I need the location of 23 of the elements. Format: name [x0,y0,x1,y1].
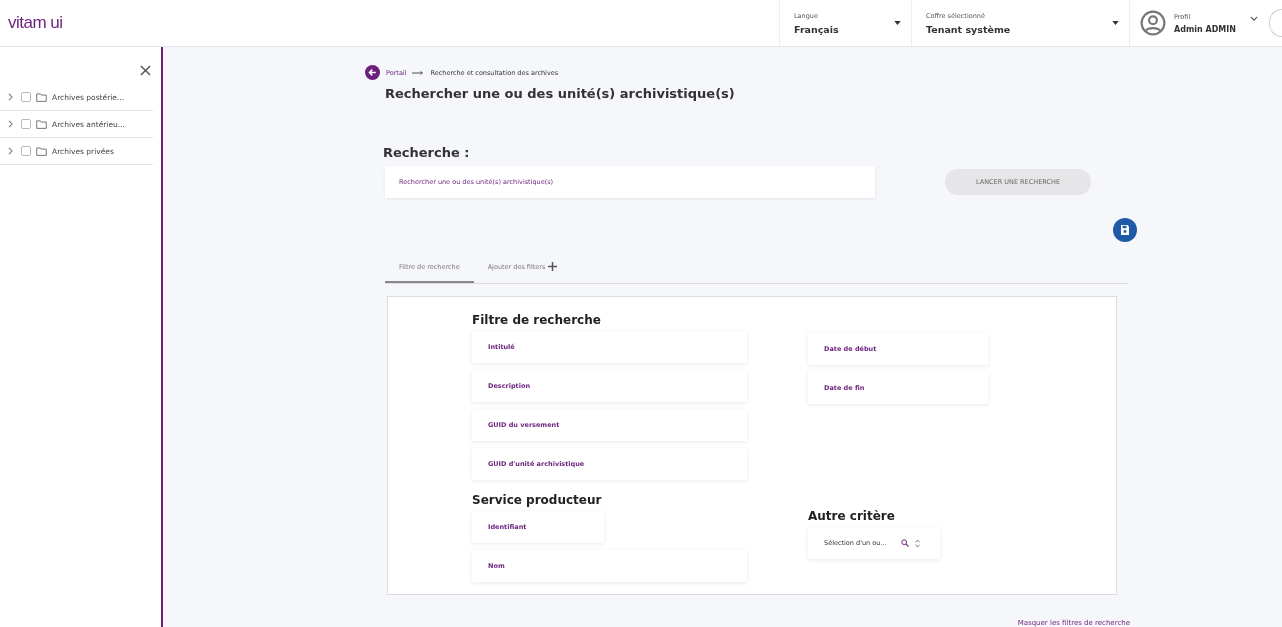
plus-icon [548,262,558,271]
save-icon[interactable] [1113,218,1137,242]
close-icon[interactable] [140,65,151,76]
arrow-right-icon [412,69,425,76]
chevron-down-icon [1249,15,1258,21]
folder-icon [36,146,47,156]
caret-icon [1112,21,1119,25]
avatar-icon [1140,10,1166,36]
page-title: Rechercher une ou des unité(s) archivistique(s) [385,86,736,101]
section-heading: Recherche : [383,145,471,160]
logo[interactable]: vitam ui [8,13,63,33]
search-icon [900,539,909,547]
checkbox[interactable] [21,146,31,156]
section-heading: Service producteur [472,493,602,507]
folder-icon [36,92,47,102]
section-heading: Autre critère [808,509,895,523]
back-icon[interactable] [365,65,380,80]
sort-icon [914,538,920,548]
caret-icon [894,21,901,25]
checkbox[interactable] [21,92,31,102]
checkbox[interactable] [21,119,31,129]
folder-icon [36,119,47,129]
section-heading: Filtre de recherche [472,313,601,327]
